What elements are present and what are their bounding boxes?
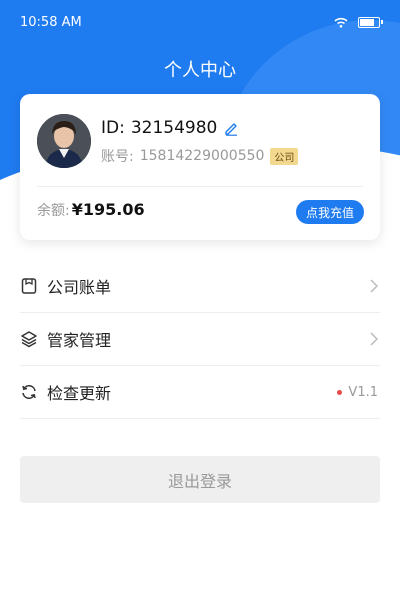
bill-icon xyxy=(21,278,37,294)
status-time: 10:58 AM xyxy=(20,14,82,30)
id-value: 32154980 xyxy=(130,118,218,138)
chevron-right-icon xyxy=(370,332,378,346)
avatar-image xyxy=(37,114,91,168)
wifi-icon xyxy=(334,17,348,28)
menu-item-right xyxy=(370,313,378,365)
menu-item-right: V1.1 xyxy=(337,366,378,418)
menu-item-company-bill[interactable]: 公司账单 xyxy=(20,260,380,313)
account-label: 账号: xyxy=(101,149,134,165)
account-line: 账号: 15814229000550 公司 xyxy=(101,146,299,166)
recharge-button[interactable]: 点我充值 xyxy=(295,200,364,224)
menu-item-label: 检查更新 xyxy=(47,384,112,403)
status-bar: 10:58 AM xyxy=(0,0,400,44)
battery-icon xyxy=(358,16,383,28)
id-label: ID: xyxy=(101,118,125,138)
chevron-right-icon xyxy=(370,279,378,293)
menu-list: 公司账单 管家管理 检查更新 V1.1 xyxy=(20,260,380,419)
balance-amount: ¥195.06 xyxy=(71,200,145,219)
avatar[interactable] xyxy=(37,114,91,168)
update-dot xyxy=(337,389,343,395)
user-id-line: ID: 32154980 xyxy=(101,118,239,138)
company-badge: 公司 xyxy=(270,147,299,165)
status-icons xyxy=(334,16,383,28)
balance-line: 余额: ¥195.06 xyxy=(37,200,145,220)
logout-button[interactable]: 退出登录 xyxy=(20,456,380,503)
profile-card: ID: 32154980 账号: 15814229000550 公司 余额: ¥… xyxy=(20,94,380,240)
menu-item-label: 公司账单 xyxy=(47,278,112,297)
card-divider xyxy=(37,186,363,187)
refresh-icon xyxy=(22,385,36,399)
menu-item-butler-management[interactable]: 管家管理 xyxy=(20,313,380,366)
edit-icon[interactable] xyxy=(223,120,239,136)
menu-item-check-update[interactable]: 检查更新 V1.1 xyxy=(20,366,380,419)
version-label: V1.1 xyxy=(348,384,378,400)
layers-icon xyxy=(21,331,37,348)
menu-item-label: 管家管理 xyxy=(47,331,112,350)
menu-item-right xyxy=(370,260,378,312)
page-title: 个人中心 xyxy=(164,60,236,81)
balance-label: 余额: xyxy=(37,203,70,219)
account-value: 15814229000550 xyxy=(139,148,265,164)
